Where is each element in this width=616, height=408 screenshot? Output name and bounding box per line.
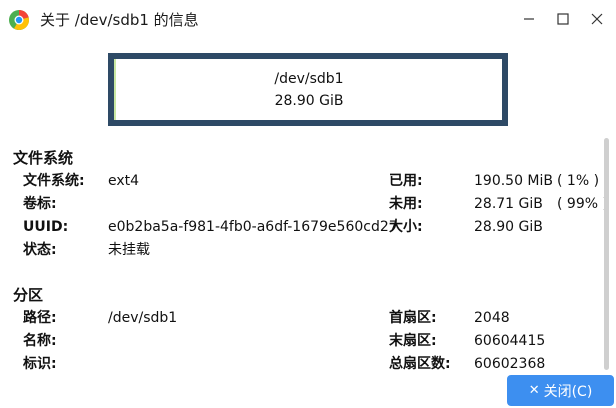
filesystem-heading: 文件系统: [13, 149, 74, 167]
close-x-icon: ✕: [528, 383, 540, 398]
minimize-icon: [524, 18, 534, 20]
total-sectors-value: 60602368: [474, 356, 546, 372]
path-label: 路径:: [23, 310, 57, 326]
uuid-label: UUID:: [23, 219, 69, 235]
flags-label: 标识:: [23, 356, 57, 372]
window-title: 关于 /dev/sdb1 的信息: [40, 11, 199, 29]
partition-graphic: /dev/sdb1 28.90 GiB: [108, 53, 508, 126]
path-value: /dev/sdb1: [108, 310, 178, 326]
vertical-scrollbar[interactable]: [604, 138, 609, 370]
partition-info-dialog: 关于 /dev/sdb1 的信息 /dev/sdb1 28.90 GiB 文件系…: [0, 0, 616, 408]
status-value: 未挂载: [108, 242, 150, 258]
app-icon: [9, 9, 30, 31]
uuid-value: e0b2ba5a-f981-4fb0-a6df-1679e560cd27: [108, 219, 398, 235]
volume-label: 卷标:: [23, 196, 57, 212]
last-sector-value: 60604415: [474, 333, 546, 349]
partition-graphic-inner: /dev/sdb1 28.90 GiB: [114, 59, 502, 120]
partition-heading: 分区: [13, 286, 44, 304]
unused-label: 未用:: [389, 196, 423, 212]
status-label: 状态:: [23, 242, 57, 258]
maximize-button[interactable]: [546, 5, 580, 33]
size-value: 28.90 GiB: [474, 219, 543, 235]
close-icon: [591, 13, 603, 25]
total-sectors-label: 总扇区数:: [389, 356, 451, 372]
size-label: 大小:: [389, 219, 423, 235]
first-sector-value: 2048: [474, 310, 510, 326]
last-sector-label: 末扇区:: [389, 333, 437, 349]
partition-device-name: /dev/sdb1: [274, 70, 344, 87]
unused-percent: ( 99% ): [557, 196, 608, 212]
close-button[interactable]: ✕ 关闭(C): [507, 375, 614, 406]
filesystem-value: ext4: [108, 173, 140, 189]
name-label: 名称:: [23, 333, 57, 349]
maximize-icon: [557, 13, 569, 25]
unused-value: 28.71 GiB: [474, 196, 543, 212]
used-percent: ( 1% ): [557, 173, 600, 189]
partition-size: 28.90 GiB: [274, 92, 344, 109]
title-bar: 关于 /dev/sdb1 的信息: [0, 0, 616, 40]
minimize-button[interactable]: [512, 5, 546, 33]
used-value: 190.50 MiB: [474, 173, 554, 189]
filesystem-label: 文件系统:: [23, 173, 85, 189]
close-button-label: 关闭(C): [543, 383, 593, 400]
used-label: 已用:: [389, 173, 423, 189]
first-sector-label: 首扇区:: [389, 310, 437, 326]
window-close-button[interactable]: [580, 5, 614, 33]
